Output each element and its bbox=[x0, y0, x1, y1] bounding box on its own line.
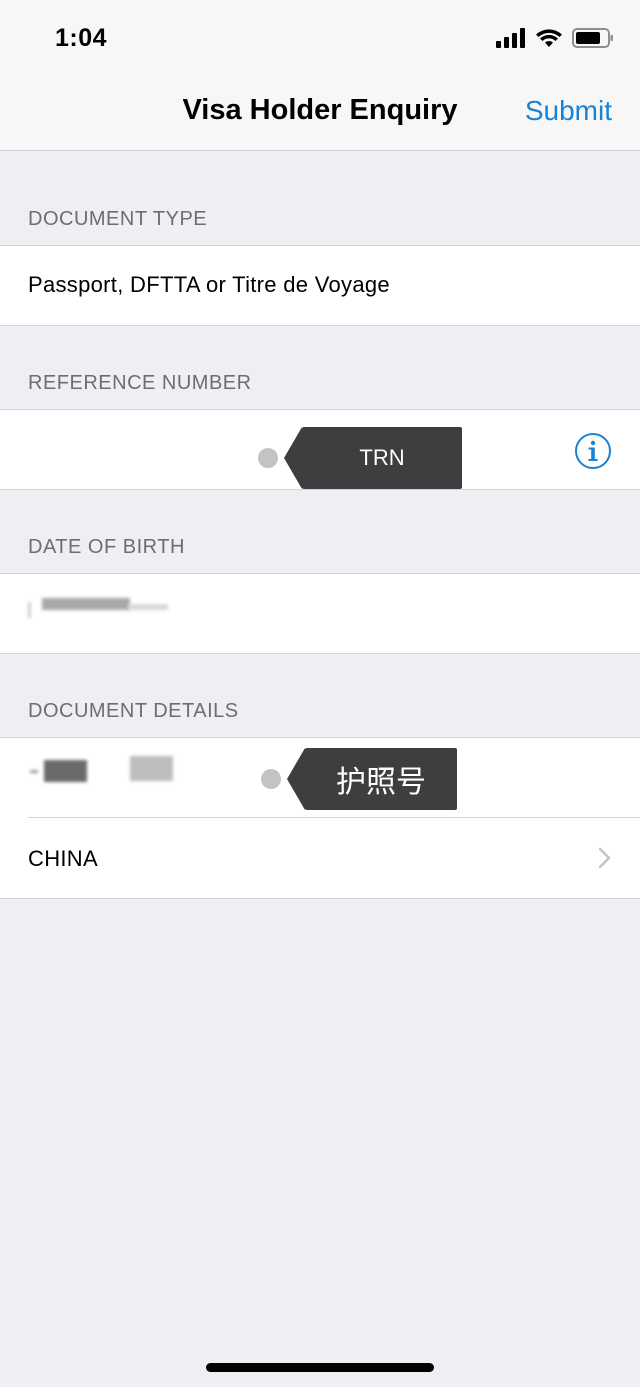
wifi-icon bbox=[536, 29, 562, 47]
annotation-dot bbox=[261, 769, 281, 789]
nationality-cell[interactable]: CHINA bbox=[0, 818, 640, 899]
document-type-value: Passport, DFTTA or Titre de Voyage bbox=[28, 272, 390, 297]
status-icons bbox=[496, 28, 614, 48]
reference-number-field[interactable]: TRN bbox=[0, 409, 640, 490]
section-header-date-of-birth: DATE OF BIRTH bbox=[28, 536, 185, 558]
navigation-bar: Visa Holder Enquiry Submit bbox=[0, 76, 640, 151]
status-time: 1:04 bbox=[55, 24, 108, 52]
redacted-value bbox=[44, 760, 87, 782]
redacted-value bbox=[130, 756, 173, 781]
section-header-document-details: DOCUMENT DETAILS bbox=[28, 700, 239, 722]
status-bar: 1:04 bbox=[0, 0, 640, 76]
chevron-right-icon bbox=[598, 847, 611, 869]
trn-annotation-tooltip: TRN bbox=[284, 427, 462, 489]
document-number-field[interactable]: 护照号 bbox=[0, 737, 640, 818]
redacted-value bbox=[128, 604, 168, 610]
signal-icon bbox=[496, 28, 525, 48]
nationality-value: CHINA bbox=[28, 846, 98, 871]
date-of-birth-field[interactable] bbox=[0, 573, 640, 654]
trn-annotation-label: TRN bbox=[359, 445, 405, 470]
redacted-value bbox=[30, 770, 38, 773]
submit-button[interactable]: Submit bbox=[525, 95, 612, 127]
redacted-value bbox=[42, 598, 130, 610]
annotation-dot bbox=[258, 448, 278, 468]
passport-number-annotation-label: 护照号 bbox=[336, 766, 426, 799]
section-header-reference-number: REFERENCE NUMBER bbox=[28, 372, 252, 394]
battery-icon bbox=[572, 28, 613, 48]
info-icon[interactable] bbox=[574, 432, 612, 470]
document-type-cell[interactable]: Passport, DFTTA or Titre de Voyage bbox=[0, 245, 640, 326]
home-indicator bbox=[206, 1363, 434, 1372]
passport-number-annotation-tooltip: 护照号 bbox=[287, 748, 457, 810]
redacted-value bbox=[28, 602, 31, 618]
section-header-document-type: DOCUMENT TYPE bbox=[28, 208, 208, 230]
